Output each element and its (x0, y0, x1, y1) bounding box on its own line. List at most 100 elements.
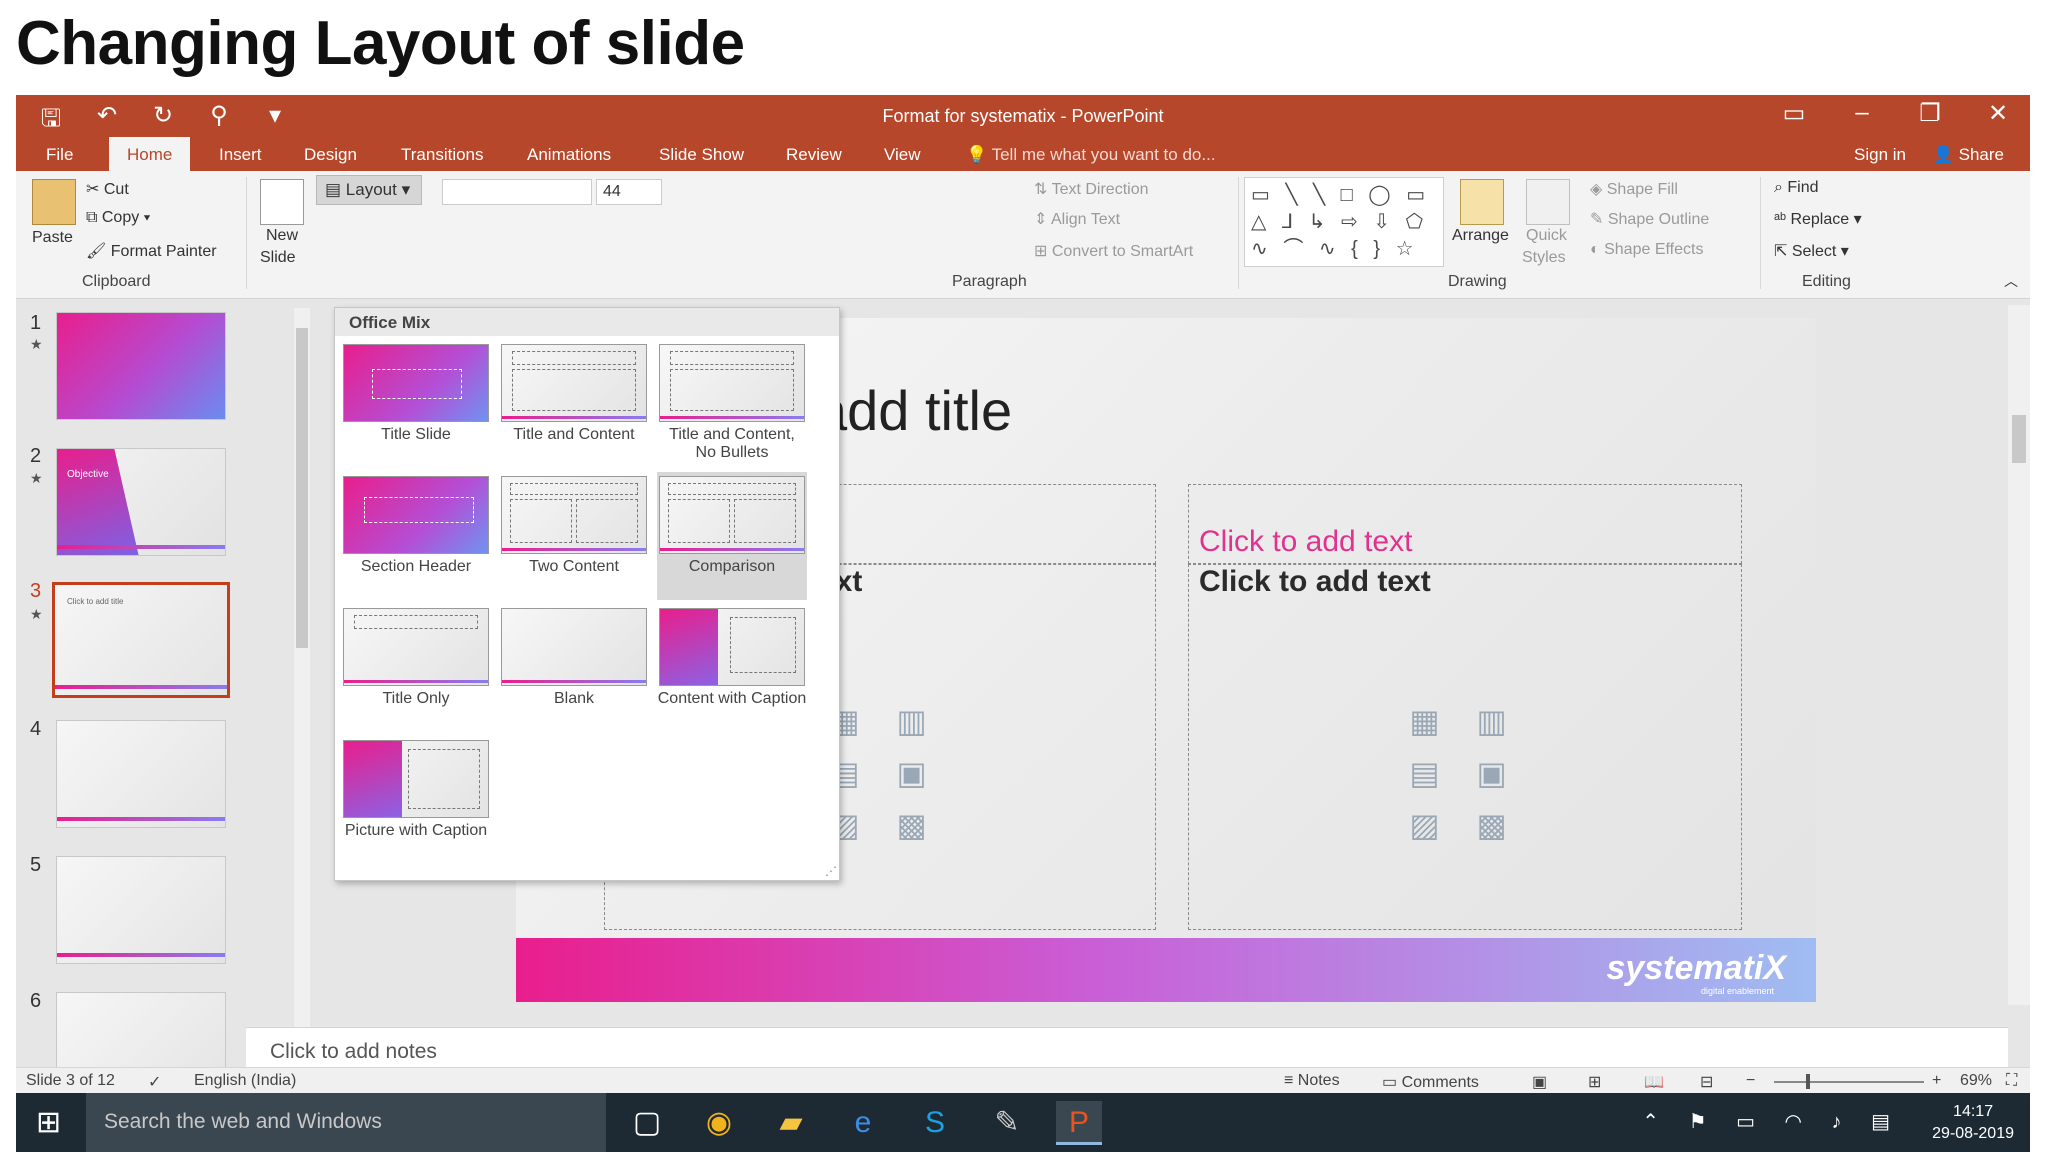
edge-icon[interactable]: e (840, 1101, 886, 1145)
quick-styles-label[interactable]: Quick (1526, 227, 1567, 245)
paste-label[interactable]: Paste (32, 229, 73, 247)
collapse-ribbon-icon[interactable]: ︿ (2004, 271, 2018, 291)
quick-styles-icon[interactable] (1526, 179, 1570, 225)
shape-effects-button[interactable]: ◐ Shape Effects (1590, 241, 1703, 259)
layout-option-blank[interactable]: Blank (499, 608, 649, 708)
scrollbar-thumb[interactable] (2012, 415, 2026, 463)
arrange-icon[interactable] (1460, 179, 1504, 225)
tab-design[interactable]: Design (304, 145, 357, 165)
shape-outline-button[interactable]: ✎ Shape Outline (1590, 209, 1709, 229)
font-name-box[interactable] (442, 179, 592, 205)
layout-option-section-header[interactable]: Section Header (341, 476, 491, 576)
tab-home[interactable]: Home (109, 137, 191, 171)
zoom-in-button[interactable]: + (1932, 1072, 1941, 1090)
cut-button[interactable]: ✂ Cut (86, 179, 129, 199)
zoom-out-button[interactable]: − (1746, 1072, 1755, 1090)
layout-option-title-slide[interactable]: Title Slide (341, 344, 491, 444)
zoom-slider[interactable] (1774, 1081, 1924, 1083)
reading-view-icon[interactable]: 📖 (1644, 1072, 1664, 1092)
tab-review[interactable]: Review (786, 145, 842, 165)
thumb-stripe (57, 817, 225, 821)
select-button[interactable]: ⇱ Select ▾ (1774, 241, 1849, 261)
format-painter-button[interactable]: 🖌 Format Painter (86, 241, 217, 261)
font-size-box[interactable]: 44 (596, 179, 662, 205)
restore-button[interactable]: ❐ (1912, 99, 1948, 128)
slide-thumbnail-1[interactable] (56, 312, 226, 420)
find-label: Find (1787, 179, 1819, 196)
tab-transitions[interactable]: Transitions (401, 145, 484, 165)
resize-grip-icon[interactable]: ⋰ (825, 864, 837, 878)
layout-option-title-and-content[interactable]: Title and Content (499, 344, 649, 444)
layout-option-picture-with-caption[interactable]: Picture with Caption (341, 740, 491, 840)
taskbar-search[interactable]: Search the web and Windows (86, 1093, 606, 1152)
tab-animations[interactable]: Animations (527, 145, 611, 165)
powerpoint-taskbar-icon[interactable]: P (1056, 1101, 1102, 1145)
file-explorer-icon[interactable]: ▰ (768, 1101, 814, 1145)
layout-option-title-only[interactable]: Title Only (341, 608, 491, 708)
chrome-icon[interactable]: ◉ (696, 1101, 742, 1145)
layout-option-comparison[interactable]: Comparison (657, 472, 807, 600)
tab-insert[interactable]: Insert (219, 145, 262, 165)
shapes-gallery[interactable]: ▭ ╲ ╲ □ ◯ ▭ △ ⅃ ↳ ⇨ ⇩ ⬠ ∿ ⌒ ∿ { } ☆ (1244, 177, 1444, 267)
paint-app-icon[interactable]: ✎ (984, 1101, 1030, 1145)
slide-thumbnail-3[interactable]: Click to add title (52, 582, 230, 698)
slideshow-view-icon[interactable]: ⊟ (1700, 1072, 1713, 1092)
new-slide-icon[interactable] (260, 179, 304, 225)
shape-fill-button[interactable]: ◈ Shape Fill (1590, 179, 1678, 199)
slide-sorter-icon[interactable]: ⊞ (1588, 1072, 1601, 1092)
ribbon-display-icon[interactable]: ▭ (1776, 99, 1812, 128)
layout-option-two-content[interactable]: Two Content (499, 476, 649, 576)
copy-button[interactable]: ⧉ Copy ▾ (86, 209, 150, 227)
layout-option-title-content-no-bullets[interactable]: Title and Content, No Bullets (657, 344, 807, 462)
slide-thumbnail-4[interactable] (56, 720, 226, 828)
slide-thumbnail-5[interactable] (56, 856, 226, 964)
align-text-label: Align Text (1050, 211, 1121, 228)
replace-button[interactable]: ᵃᵇ Replace ▾ (1774, 209, 1862, 229)
pen-icon: ✎ (1590, 211, 1608, 228)
effects-icon: ◐ (1590, 241, 1605, 258)
slide-thumbnail-2[interactable]: Objective (56, 448, 226, 556)
minimize-button[interactable]: – (1844, 99, 1880, 128)
windows-start-icon[interactable]: ⊞ (36, 1105, 61, 1140)
language-indicator[interactable]: English (India) (194, 1072, 296, 1090)
thumbnails-scrollbar[interactable] (294, 308, 310, 1053)
skype-icon[interactable]: S (912, 1101, 958, 1145)
fit-slide-icon[interactable]: ⛶ (2006, 1072, 2017, 1090)
tell-me-box[interactable]: 💡 Tell me what you want to do... (966, 145, 1216, 165)
magnifier-icon: ⌕ (1774, 179, 1788, 196)
convert-smartart-button[interactable]: ⊞ Convert to SmartArt (1034, 241, 1193, 261)
text-direction-button[interactable]: ⇅ Text Direction (1034, 179, 1148, 199)
zoom-slider-handle[interactable] (1806, 1074, 1810, 1089)
zoom-level[interactable]: 69% (1960, 1072, 1992, 1090)
right-heading-placeholder[interactable]: Click to add text (1188, 484, 1742, 564)
new-slide-label-2[interactable]: Slide (260, 249, 296, 267)
scrollbar-thumb[interactable] (296, 328, 308, 648)
comments-toggle[interactable]: ▭ Comments (1382, 1072, 1479, 1092)
content-insert-icons[interactable]: ▦ ▥ ▤ ▣ ▨ ▩ (1385, 695, 1545, 851)
slide-title-placeholder[interactable]: add title (816, 378, 1012, 443)
find-button[interactable]: ⌕ Find (1774, 179, 1819, 197)
taskbar-clock[interactable]: 14:17 29-08-2019 (1932, 1101, 2014, 1145)
tab-view[interactable]: View (884, 145, 921, 165)
sign-in-link[interactable]: Sign in (1854, 145, 1906, 165)
tab-file[interactable]: File (46, 145, 73, 165)
layout-option-content-with-caption[interactable]: Content with Caption (657, 608, 807, 708)
quick-styles-label-2[interactable]: Styles (1522, 249, 1566, 267)
tab-slide-show[interactable]: Slide Show (659, 145, 744, 165)
system-tray[interactable]: ⌃ ⚑ ▭ ◠ ♪ ▤ (1642, 1109, 1902, 1134)
editing-group-label: Editing (1802, 273, 1851, 290)
paste-icon[interactable] (32, 179, 76, 225)
notes-toggle[interactable]: ≡ Notes (1284, 1072, 1340, 1090)
close-button[interactable]: ✕ (1980, 99, 2016, 128)
share-button[interactable]: 👤 Share (1933, 145, 2004, 165)
normal-view-icon[interactable]: ▣ (1532, 1072, 1547, 1092)
right-content-placeholder[interactable]: Click to add text ▦ ▥ ▤ ▣ ▨ ▩ (1188, 564, 1742, 930)
align-text-button[interactable]: ⇕ Align Text (1034, 209, 1120, 229)
arrange-label[interactable]: Arrange (1452, 227, 1509, 245)
slide-scrollbar[interactable] (2008, 305, 2030, 1005)
new-slide-label[interactable]: New (266, 227, 298, 245)
align-text-icon: ⇕ (1034, 211, 1051, 228)
layout-button[interactable]: ▤ Layout ▾ (316, 175, 422, 205)
task-view-icon[interactable]: ▢ (624, 1101, 670, 1145)
spell-check-icon[interactable]: ✓ (148, 1072, 161, 1092)
